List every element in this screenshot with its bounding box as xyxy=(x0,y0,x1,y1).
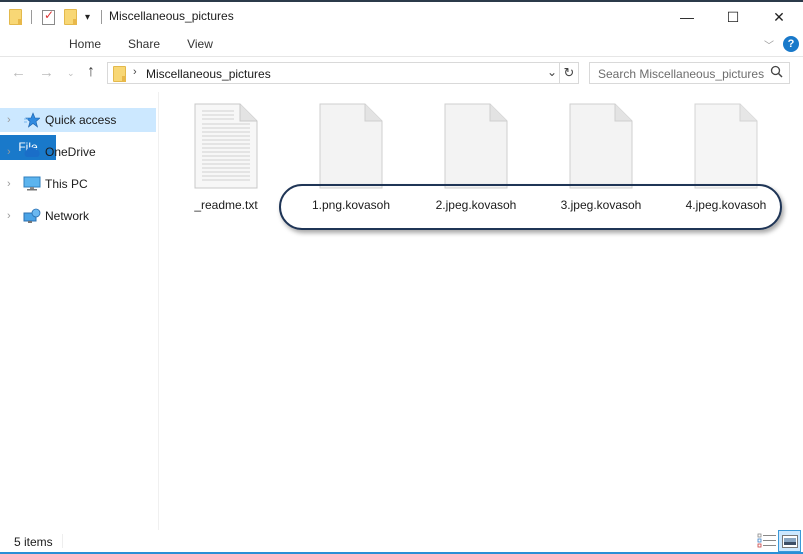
chevron-right-icon[interactable]: › xyxy=(7,210,17,222)
maximize-icon: ☐ xyxy=(726,8,740,25)
properties-icon[interactable] xyxy=(42,2,55,32)
quick-access-dropdown[interactable]: ▾ xyxy=(85,2,90,32)
item-count: 5 items xyxy=(14,535,53,549)
sidebar-item-network[interactable]: › Network xyxy=(0,204,156,228)
blank-file-icon xyxy=(444,103,508,189)
file-name: _readme.txt xyxy=(194,198,258,212)
tab-view[interactable]: View xyxy=(176,32,224,57)
tab-share[interactable]: Share xyxy=(118,32,170,57)
chevron-right-icon[interactable]: › xyxy=(7,146,17,158)
forward-button[interactable]: → xyxy=(39,64,54,81)
minimize-icon: — xyxy=(680,9,694,25)
chevron-right-icon[interactable]: › xyxy=(7,178,17,190)
sidebar-item-onedrive[interactable]: › OneDrive xyxy=(0,140,156,164)
status-bar: 5 items xyxy=(0,530,803,552)
new-folder-icon[interactable] xyxy=(64,2,77,32)
navigation-pane: › Quick access › OneDrive › This PC › Ne… xyxy=(0,96,158,528)
status-separator xyxy=(62,534,63,548)
toolbar-separator xyxy=(31,2,32,32)
address-bar[interactable]: › Miscellaneous_pictures ⌄ xyxy=(107,62,560,84)
search-placeholder: Search Miscellaneous_pictures xyxy=(598,67,765,81)
file-item[interactable]: _readme.txt xyxy=(176,103,276,212)
breadcrumb-separator[interactable]: › xyxy=(133,66,137,78)
chevron-right-icon[interactable]: › xyxy=(7,114,17,126)
sidebar-item-quick-access[interactable]: › Quick access xyxy=(0,108,156,132)
close-icon: ✕ xyxy=(773,8,785,25)
recent-locations-button[interactable]: ⌄ xyxy=(67,68,75,79)
breadcrumb-current[interactable]: Miscellaneous_pictures xyxy=(146,67,271,81)
file-item[interactable]: 2.jpeg.kovasoh xyxy=(426,103,526,212)
file-name: 3.jpeg.kovasoh xyxy=(560,198,642,212)
ribbon: File Home Share View ﹀ ? xyxy=(0,32,803,160)
expand-ribbon-icon[interactable]: ﹀ xyxy=(764,37,774,52)
cloud-icon xyxy=(23,144,41,160)
toolbar-separator xyxy=(101,2,102,32)
address-dropdown-icon[interactable]: ⌄ xyxy=(547,65,557,79)
details-view-icon xyxy=(757,533,776,548)
large-icons-view-button[interactable] xyxy=(778,530,801,552)
blank-file-icon xyxy=(694,103,758,189)
file-item[interactable]: 4.jpeg.kovasoh xyxy=(676,103,776,212)
tab-home[interactable]: Home xyxy=(60,32,110,57)
blank-file-icon xyxy=(569,103,633,189)
text-file-icon xyxy=(194,103,258,189)
refresh-icon: ↻ xyxy=(563,65,575,80)
large-icons-view-icon xyxy=(781,534,798,548)
file-name: 1.png.kovasoh xyxy=(311,198,391,212)
back-button[interactable]: ← xyxy=(11,64,26,81)
sidebar-item-label: Network xyxy=(45,209,90,223)
sidebar-item-this-pc[interactable]: › This PC xyxy=(0,172,156,196)
file-item[interactable]: 3.jpeg.kovasoh xyxy=(551,103,651,212)
file-name: 4.jpeg.kovasoh xyxy=(685,198,767,212)
folder-icon xyxy=(9,2,22,32)
maximize-button[interactable]: ☐ xyxy=(710,2,756,32)
star-icon xyxy=(23,112,41,128)
sidebar-item-label: OneDrive xyxy=(45,145,96,159)
refresh-button[interactable]: ↻ xyxy=(560,62,579,84)
folder-icon xyxy=(113,66,126,82)
sidebar-item-label: This PC xyxy=(45,177,88,191)
help-icon[interactable]: ? xyxy=(783,36,799,52)
navigation-bar: ← → ⌄ ↑ › Miscellaneous_pictures ⌄ ↻ Sea… xyxy=(0,58,803,90)
pane-divider[interactable] xyxy=(158,92,159,530)
close-button[interactable]: ✕ xyxy=(756,2,802,32)
network-icon xyxy=(23,208,41,224)
minimize-button[interactable]: — xyxy=(664,2,710,32)
blank-file-icon xyxy=(319,103,383,189)
up-button[interactable]: ↑ xyxy=(87,63,95,81)
file-name: 2.jpeg.kovasoh xyxy=(435,198,517,212)
computer-icon xyxy=(23,176,41,192)
sidebar-item-label: Quick access xyxy=(45,113,117,127)
window-title: Miscellaneous_pictures xyxy=(109,9,234,23)
file-item[interactable]: 1.png.kovasoh xyxy=(301,103,401,212)
title-bar: ▾ Miscellaneous_pictures — ☐ ✕ xyxy=(0,2,803,32)
search-icon xyxy=(770,65,783,81)
search-input[interactable]: Search Miscellaneous_pictures xyxy=(589,62,790,84)
details-view-button[interactable] xyxy=(757,533,777,549)
